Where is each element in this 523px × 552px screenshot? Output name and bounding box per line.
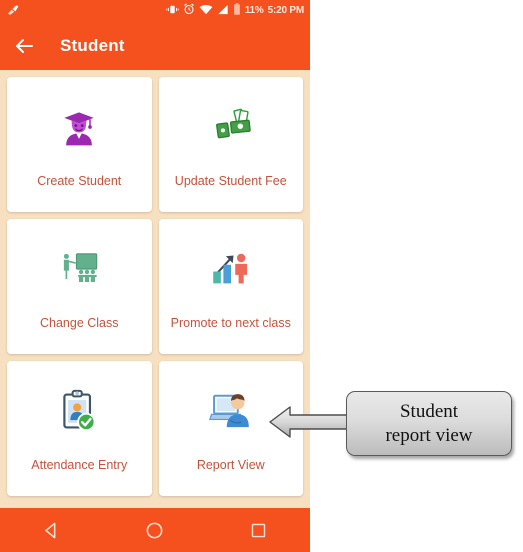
tile-create-student[interactable]: Create Student xyxy=(7,77,152,212)
annotation-line-2: report view xyxy=(385,424,473,446)
classroom-teacher-icon xyxy=(58,245,100,293)
tile-label: Change Class xyxy=(39,316,119,330)
battery-percent-label: 11% xyxy=(244,5,264,16)
graduate-student-icon xyxy=(57,103,101,151)
circle-home-icon[interactable] xyxy=(133,508,177,552)
tile-label: Promote to next class xyxy=(170,316,291,330)
status-bar-left-icons xyxy=(6,2,20,21)
arrow-left-icon[interactable] xyxy=(12,34,36,58)
annotation-callout-text: Student report view xyxy=(385,400,472,448)
clipboard-check-person-icon xyxy=(58,387,100,435)
wifi-icon xyxy=(199,2,213,20)
battery-icon xyxy=(233,2,241,20)
annotation-callout-box: Student report view xyxy=(346,391,512,456)
tile-label: Create Student xyxy=(37,174,122,188)
alarm-icon xyxy=(183,2,195,20)
tile-promote-next-class[interactable]: Promote to next class xyxy=(158,219,303,354)
app-bar: Student xyxy=(0,22,310,70)
growth-chart-person-icon xyxy=(209,245,253,293)
money-cash-icon xyxy=(209,103,253,151)
page-title: Student xyxy=(60,36,125,55)
clean-master-icon xyxy=(6,2,20,21)
square-recents-icon[interactable] xyxy=(236,508,280,552)
menu-grid: Create Student Update Student Fee Change… xyxy=(0,70,310,503)
tile-label: Attendance Entry xyxy=(31,458,128,472)
arrow-left-callout-icon xyxy=(268,402,350,442)
phone-screen: 11% 5:20 PM Student Create Student Updat… xyxy=(0,0,310,552)
annotation-line-1: Student xyxy=(399,400,459,422)
status-bar: 11% 5:20 PM xyxy=(0,0,310,22)
vibrate-icon xyxy=(165,2,179,20)
person-laptop-icon xyxy=(208,387,253,435)
status-bar-right-icons: 11% 5:20 PM xyxy=(165,2,305,20)
tile-attendance-entry[interactable]: Attendance Entry xyxy=(7,361,152,496)
tile-update-student-fee[interactable]: Update Student Fee xyxy=(158,77,303,212)
system-nav-bar xyxy=(0,508,310,552)
signal-icon xyxy=(217,2,229,20)
tile-change-class[interactable]: Change Class xyxy=(7,219,152,354)
triangle-back-icon[interactable] xyxy=(30,508,74,552)
tile-label: Report View xyxy=(196,458,265,472)
clock-label: 5:20 PM xyxy=(267,5,305,16)
tile-label: Update Student Fee xyxy=(174,174,287,188)
